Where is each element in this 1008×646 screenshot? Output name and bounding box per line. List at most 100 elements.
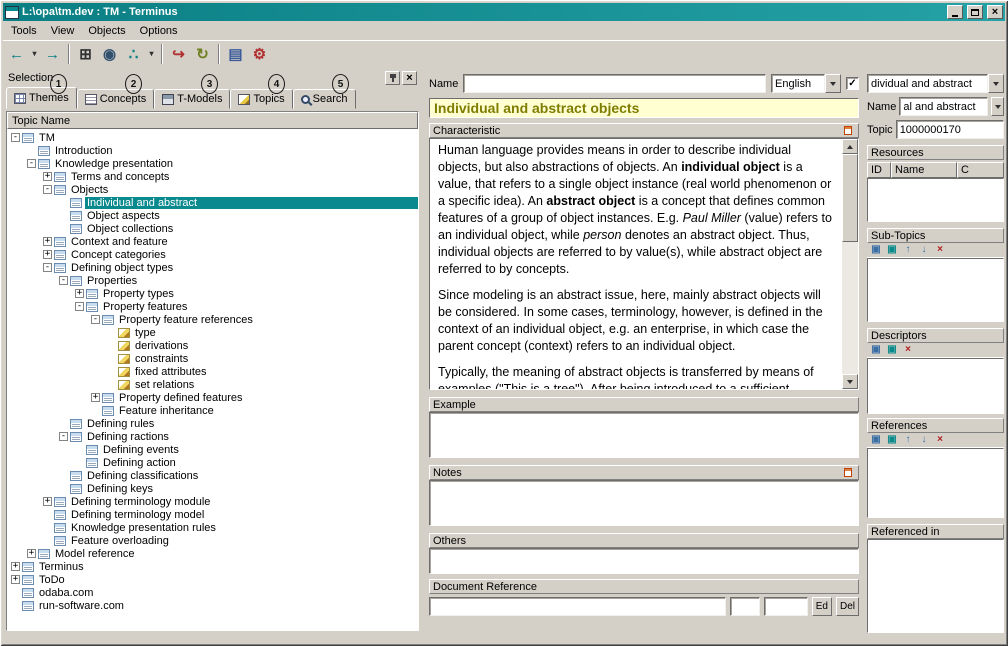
referenced-in-list[interactable]	[867, 539, 1004, 633]
tree-item[interactable]: Defining events	[9, 443, 418, 456]
tab-t-models[interactable]: T-Models	[154, 89, 231, 109]
expand-icon[interactable]: +	[11, 575, 20, 584]
tree-item[interactable]: + Terms and concepts	[9, 170, 418, 183]
tree-item[interactable]: + Defining terminology module	[9, 495, 418, 508]
tree-item-selected[interactable]: Individual and abstract	[9, 196, 418, 209]
collapse-icon[interactable]: -	[27, 159, 36, 168]
tab-concepts[interactable]: Concepts	[76, 89, 155, 109]
import-button[interactable]: ↪	[167, 43, 190, 65]
topic-combo-dropdown-button[interactable]	[988, 74, 1004, 93]
subtopics-link-button[interactable]: ▣	[885, 244, 899, 257]
resources-column-id[interactable]: ID	[867, 162, 891, 178]
sidebar-topic-input[interactable]	[895, 120, 1004, 139]
scroll-track[interactable]	[842, 242, 858, 374]
topic-combo-input[interactable]	[867, 74, 988, 93]
collapse-icon[interactable]: -	[75, 302, 84, 311]
menu-objects[interactable]: Objects	[81, 23, 132, 39]
references-link-button[interactable]: ▣	[885, 434, 899, 447]
tab-topics[interactable]: Topics	[230, 89, 293, 109]
tree-item[interactable]: - Objects	[9, 183, 418, 196]
tab-themes[interactable]: Themes	[6, 87, 77, 109]
tree-item[interactable]: Defining classifications	[9, 469, 418, 482]
resources-column-name[interactable]: Name	[891, 162, 957, 178]
references-delete-button[interactable]: ×	[933, 434, 947, 447]
docref-input[interactable]	[429, 597, 726, 616]
tree-item[interactable]: - Knowledge presentation	[9, 157, 418, 170]
edit-button[interactable]: Ed	[811, 597, 832, 616]
references-move-up-button[interactable]: ↑	[901, 434, 915, 447]
tree-item[interactable]: - TM	[9, 131, 418, 144]
pin-button[interactable]	[385, 71, 400, 85]
resources-table-body[interactable]	[867, 178, 1004, 222]
menu-options[interactable]: Options	[133, 23, 185, 39]
language-combo[interactable]	[771, 74, 841, 93]
descriptors-delete-button[interactable]: ×	[901, 344, 915, 357]
tree-item[interactable]: Defining rules	[9, 417, 418, 430]
collapse-icon[interactable]: -	[91, 315, 100, 324]
maximize-button[interactable]	[967, 5, 983, 19]
subtopics-move-down-button[interactable]: ↓	[917, 244, 931, 257]
tree-item[interactable]: - Defining ractions	[9, 430, 418, 443]
tree-item[interactable]: type	[9, 326, 418, 339]
tab-search[interactable]: Search	[292, 89, 356, 109]
topic-combo[interactable]	[867, 74, 1004, 93]
references-list[interactable]	[867, 448, 1004, 518]
back-button[interactable]: ←	[5, 43, 28, 65]
refresh-button[interactable]: ↻	[191, 43, 214, 65]
tree-item[interactable]: + Terminus	[9, 560, 418, 573]
scroll-down-button[interactable]	[842, 374, 858, 389]
docref-field2[interactable]	[729, 597, 760, 616]
language-checkbox[interactable]: ✓	[846, 77, 859, 90]
expand-icon[interactable]: +	[43, 497, 52, 506]
tree-item[interactable]: set relations	[9, 378, 418, 391]
tree-item[interactable]: - Properties	[9, 274, 418, 287]
expand-icon[interactable]: +	[11, 562, 20, 571]
collapse-icon[interactable]: -	[43, 185, 52, 194]
tree-item[interactable]: derivations	[9, 339, 418, 352]
collapse-icon[interactable]: -	[11, 133, 20, 142]
resources-column-c[interactable]: C	[957, 162, 1004, 178]
notes-editor-button[interactable]	[841, 467, 855, 479]
tree-item[interactable]: + Property types	[9, 287, 418, 300]
panel-close-button[interactable]: ×	[402, 71, 417, 85]
subtopics-add-button[interactable]: ▣	[869, 244, 883, 257]
descriptors-link-button[interactable]: ▣	[885, 344, 899, 357]
tree-item[interactable]: Defining action	[9, 456, 418, 469]
globe-button[interactable]: ◉	[98, 43, 121, 65]
report-button[interactable]: ▤	[224, 43, 247, 65]
tree-item[interactable]: + Property defined features	[9, 391, 418, 404]
tree-item[interactable]: odaba.com	[9, 586, 418, 599]
references-add-button[interactable]: ▣	[869, 434, 883, 447]
tree-item[interactable]: run-software.com	[9, 599, 418, 612]
subtopics-move-up-button[interactable]: ↑	[901, 244, 915, 257]
tree-item[interactable]: Object aspects	[9, 209, 418, 222]
subtopics-delete-button[interactable]: ×	[933, 244, 947, 257]
characteristic-editor-button[interactable]	[841, 125, 855, 137]
menu-view[interactable]: View	[44, 23, 82, 39]
subtopics-list[interactable]	[867, 258, 1004, 322]
references-move-down-button[interactable]: ↓	[917, 434, 931, 447]
back-history-button[interactable]: ▾	[29, 43, 40, 65]
sidebar-name-lookup-button[interactable]	[991, 97, 1004, 116]
process-button[interactable]: ⚙	[248, 43, 271, 65]
descriptors-add-button[interactable]: ▣	[869, 344, 883, 357]
delete-button[interactable]: Del	[835, 597, 859, 616]
collapse-icon[interactable]: -	[59, 432, 68, 441]
scroll-up-button[interactable]	[842, 139, 858, 154]
tree-item[interactable]: Feature inheritance	[9, 404, 418, 417]
tree-item[interactable]: - Defining object types	[9, 261, 418, 274]
expand-icon[interactable]: +	[91, 393, 100, 402]
tree-item[interactable]: Defining keys	[9, 482, 418, 495]
characteristic-text[interactable]: Human language provides means in order t…	[430, 139, 842, 389]
docref-field3[interactable]	[763, 597, 808, 616]
name-input[interactable]	[463, 74, 766, 93]
expand-icon[interactable]: +	[43, 237, 52, 246]
relations-button[interactable]: ∴	[122, 43, 145, 65]
forward-button[interactable]: →	[41, 43, 64, 65]
characteristic-scrollbar[interactable]	[842, 139, 858, 389]
close-button[interactable]: ×	[987, 5, 1003, 19]
tree-item[interactable]: + Concept categories	[9, 248, 418, 261]
tree-item[interactable]: - Property feature references	[9, 313, 418, 326]
tree-item[interactable]: - Property features	[9, 300, 418, 313]
tree-item[interactable]: fixed attributes	[9, 365, 418, 378]
